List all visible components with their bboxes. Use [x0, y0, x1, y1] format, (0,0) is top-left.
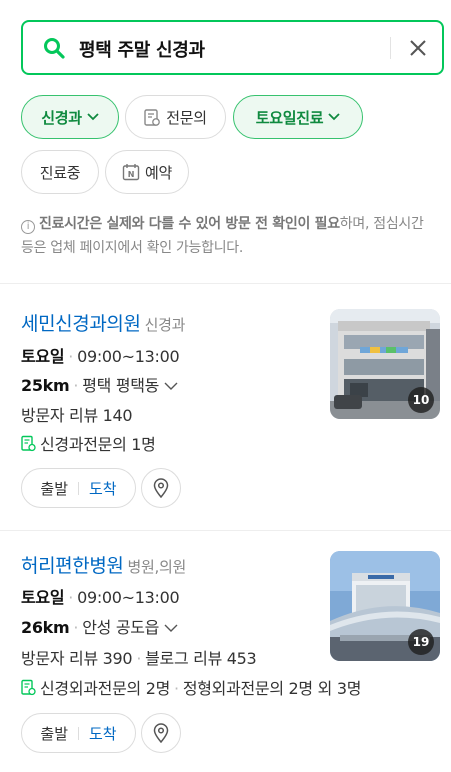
area: 평택 평택동: [82, 376, 160, 395]
depart-button[interactable]: 출발: [40, 478, 68, 499]
location-row[interactable]: 25km · 평택 평택동: [21, 372, 178, 396]
place-title-row: 허리편한병원 병원,의원: [21, 551, 186, 578]
divider: [0, 283, 451, 284]
filter-chip-label: 토요일진료: [255, 108, 324, 127]
search-divider: [390, 37, 391, 59]
filter-chip-label: 예약: [144, 163, 172, 182]
specialist-row: 신경과전문의 1명: [21, 431, 156, 455]
map-pin-icon: [153, 723, 169, 743]
filter-chip-label: 진료중: [39, 163, 81, 182]
search-icon: [44, 38, 65, 59]
place-card: 세민신경과의원 신경과 토요일 · 09:00~13:00 25km · 평택 평택동 방…: [21, 309, 441, 509]
filter-chip-label: 신경과: [41, 108, 82, 127]
hours-notice: i 진료시간은 실제와 다를 수 있어 방문 전 확인이 필요하며, 점심시간 등…: [21, 212, 437, 260]
place-category: 신경과: [144, 316, 186, 334]
arrive-button[interactable]: 도착: [89, 723, 117, 744]
location-row[interactable]: 26km · 안성 공도읍: [21, 614, 178, 638]
filter-chip-booking[interactable]: N 예약: [105, 150, 189, 194]
filter-chip-department[interactable]: 신경과: [21, 95, 119, 139]
search-box[interactable]: 평택 주말 신경과: [21, 20, 444, 75]
place-card: 허리편한병원 병원,의원 토요일 · 09:00~13:00 26km · 안성 공도읍 …: [21, 551, 441, 761]
info-icon: i: [21, 220, 35, 234]
naver-booking-icon: N: [122, 164, 140, 181]
chevron-down-icon: [164, 382, 178, 390]
place-category: 병원,의원: [127, 558, 186, 576]
specialist-info: 정형외과전문의 2명 외 3명: [182, 679, 362, 698]
specialist-info: 신경과전문의 1명: [40, 435, 156, 454]
open-hours: 09:00~13:00: [77, 347, 180, 366]
distance: 25km: [21, 376, 70, 395]
map-pin-icon: [153, 478, 169, 498]
divider: [0, 530, 451, 531]
place-name-link[interactable]: 허리편한병원: [21, 555, 124, 577]
chevron-down-icon: [164, 624, 178, 632]
place-photo[interactable]: 19: [330, 551, 440, 661]
visitor-reviews: 방문자 리뷰 140: [21, 406, 133, 425]
distance: 26km: [21, 618, 70, 637]
chevron-down-icon: [328, 113, 340, 121]
place-title-row: 세민신경과의원 신경과: [21, 309, 185, 336]
specialist-row: 신경외과전문의 2명 · 정형외과전문의 2명 외 3명: [21, 675, 361, 699]
area: 안성 공도읍: [82, 618, 160, 637]
review-row: 방문자 리뷰 390 · 블로그 리뷰 453: [21, 649, 257, 668]
doctor-doc-icon: [144, 108, 161, 126]
chevron-down-icon: [87, 113, 99, 121]
photo-count-badge: 19: [408, 629, 434, 655]
visitor-reviews: 방문자 리뷰 390: [21, 649, 133, 668]
search-input[interactable]: 평택 주말 신경과: [79, 36, 205, 62]
place-photo[interactable]: 10: [330, 309, 440, 419]
specialist-doc-icon: [21, 435, 36, 452]
svg-text:N: N: [128, 170, 134, 179]
hours-row: 토요일 · 09:00~13:00: [21, 347, 180, 366]
open-day: 토요일: [21, 588, 65, 607]
route-button[interactable]: 출발 도착: [21, 468, 136, 508]
close-icon[interactable]: [405, 35, 431, 61]
open-day: 토요일: [21, 347, 65, 366]
blog-reviews: 블로그 리뷰 453: [145, 649, 257, 668]
specialist-info: 신경외과전문의 2명: [40, 679, 171, 698]
filter-chip-label: 전문의: [166, 108, 207, 127]
depart-button[interactable]: 출발: [40, 723, 68, 744]
notice-strong: 진료시간은 실제와 다를 수 있어 방문 전 확인이 필요: [39, 216, 340, 232]
filter-chip-specialist[interactable]: 전문의: [125, 95, 226, 139]
place-name-link[interactable]: 세민신경과의원: [21, 313, 141, 335]
hours-row: 토요일 · 09:00~13:00: [21, 588, 180, 607]
review-row: 방문자 리뷰 140: [21, 402, 133, 426]
open-hours: 09:00~13:00: [77, 588, 180, 607]
filter-chip-saturday[interactable]: 토요일진료: [233, 95, 363, 139]
map-pin-button[interactable]: [141, 468, 181, 508]
photo-count-badge: 10: [408, 387, 434, 413]
route-button[interactable]: 출발 도착: [21, 713, 136, 753]
specialist-doc-icon: [21, 679, 36, 696]
filter-chip-open-now[interactable]: 진료중: [21, 150, 99, 194]
map-pin-button[interactable]: [141, 713, 181, 753]
arrive-button[interactable]: 도착: [89, 478, 117, 499]
